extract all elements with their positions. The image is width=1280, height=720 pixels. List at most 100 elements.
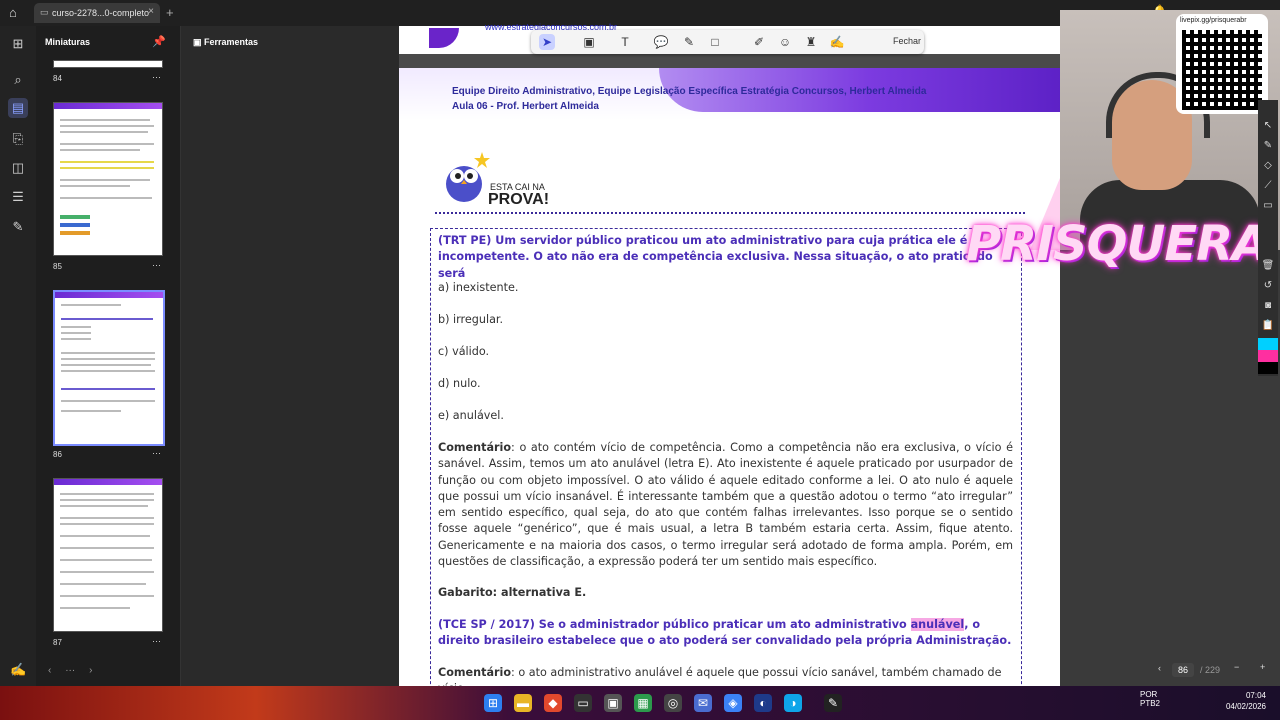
header-line2: Aula 06 - Prof. Herbert Almeida [452,101,599,112]
camera-icon[interactable]: ◙ [1261,300,1275,314]
page-number: 86 [53,450,62,459]
right-tool-rail: ↖ ✎ ◇ ⟋ ▭ 🗑 ↺ ◙ 📋 [1258,100,1278,376]
mail-icon[interactable]: ✉ [694,694,712,712]
undo-icon[interactable]: ↺ [1261,280,1275,294]
vscode-icon[interactable]: ◈ [724,694,742,712]
tools-title[interactable]: ▣ Ferramentas [193,37,258,48]
page-thumbnail[interactable] [53,478,163,632]
draw-icon[interactable]: ✐ [751,34,767,50]
shape-icon[interactable]: □ [707,34,723,50]
page-number: 84 [53,74,62,83]
edge-icon[interactable]: ◑ [784,694,802,712]
close-tab-icon[interactable]: × [148,6,154,17]
tab-title: curso-2278...0-completo [52,8,150,18]
page-number: 87 [53,638,62,647]
sign-icon[interactable]: ✍ [10,662,26,678]
highlighted-text[interactable]: anulável [910,618,965,631]
sheet-icon[interactable]: ▦ [634,694,652,712]
language-indicator[interactable]: POR PTB2 [1140,690,1160,708]
app2-icon[interactable]: ◐ [754,694,772,712]
current-page-field[interactable]: 86 [1172,663,1194,677]
comment-paragraph: Comentário: o ato contém vício de compet… [438,440,1013,570]
pages-icon[interactable]: ▤ [8,98,28,118]
tools-label: Ferramentas [204,37,259,47]
terminal-icon[interactable]: ▭ [574,694,592,712]
text-icon[interactable]: T [617,34,633,50]
time: 07:04 [1245,691,1266,700]
divider [435,212,1025,214]
clipboard-icon[interactable]: 📋 [1261,320,1275,334]
option-d: d) nulo. [438,377,481,390]
question-stem: (TRT PE) Um servidor público praticou um… [438,234,993,280]
tools-panel: ▣ Ferramentas [181,26,399,686]
annotation-toolbar: ➤ ▣ T 💬 ✎ □ ✐ ☺ ♜ ✍ Fechar [531,30,924,54]
page-thumbnail[interactable] [53,102,163,256]
left-icon-rail: ⊞ ⌕ ▤ ⎘ ◫ ☰ ✎ ✍ [0,26,36,686]
comment-icon[interactable]: 💬 [653,34,669,50]
layers-icon[interactable]: ☰ [10,189,26,205]
signature-icon[interactable]: ✍ [829,34,845,50]
panel-title: Miniaturas [45,37,91,47]
pin-icon[interactable]: 📌 [152,35,166,48]
streamer-logo: PRISQUERA [966,216,1269,272]
select-icon[interactable]: ➤ [539,34,555,50]
qr-code: livepix.gg/prisquerabr [1176,14,1268,114]
option-a: a) inexistente. [438,281,519,294]
grid-icon[interactable]: ⊞ [10,36,26,52]
page-number: 85 [53,262,62,271]
sticker-icon[interactable]: ☺ [777,34,793,50]
color-swatch[interactable] [1258,338,1278,374]
date: 04/02/2026 [1225,702,1266,711]
new-tab-icon[interactable]: + [166,5,174,20]
more-icon[interactable]: ··· [152,72,161,82]
comment-label: Comentário [438,666,512,679]
attachment-icon[interactable]: ✎ [10,219,26,235]
obs-icon[interactable]: ◎ [664,694,682,712]
highlight-icon[interactable]: ✎ [681,34,697,50]
close-button[interactable]: Fechar [893,36,921,46]
comment-icon[interactable]: ◫ [10,160,26,176]
clock[interactable]: 07:04 04/02/2026 [1222,690,1266,712]
bookmark-icon[interactable]: ⎘ [10,131,26,147]
page-thumbnail-selected[interactable] [53,290,165,446]
text-box-icon[interactable]: ▣ [581,34,597,50]
zoom-out-icon[interactable]: − [1234,662,1239,672]
taskbar: ⊞ ▬ ◆ ▭ ▣ ▦ ◎ ✉ ◈ ◐ ◑ ✎ POR PTB2 07:04 0… [0,686,1280,720]
more-icon[interactable]: ··· [152,448,161,458]
trash-icon[interactable]: 🗑 [1261,260,1275,274]
thumbnail-nav[interactable]: ‹ ··· › [48,665,92,676]
prev-page-icon[interactable]: ‹ [1158,663,1161,673]
search-icon[interactable]: ⌕ [10,72,26,88]
app-icon[interactable]: ▣ [604,694,622,712]
option-c: c) válido. [438,345,490,358]
home-icon[interactable]: ⌂ [9,5,25,21]
stamp-icon[interactable]: ♜ [803,34,819,50]
header-line1: Equipe Direito Administrativo, Equipe Le… [452,86,927,97]
answer-key: Gabarito: alternativa E. [438,586,587,599]
page-status: ‹ 86 / 229 − + [1150,660,1274,680]
page-thumbnail[interactable] [53,60,163,68]
cursor-icon[interactable]: ↖ [1261,120,1275,134]
more-icon[interactable]: ··· [152,260,161,270]
eraser-icon[interactable]: ◇ [1261,160,1275,174]
zoom-in-icon[interactable]: + [1260,662,1265,672]
lang: POR [1140,690,1158,699]
decorative-swirl [429,28,459,48]
owl-mascot-icon [446,152,490,202]
comment2-paragraph: Comentário: o ato administrativo anuláve… [438,665,1013,686]
folder-icon[interactable]: ▬ [514,694,532,712]
option-b: b) irregular. [438,313,504,326]
question2-stem-a: (TCE SP / 2017) Se o administrador públi… [438,618,911,631]
start-icon[interactable]: ⊞ [484,694,502,712]
ruler-icon[interactable]: ⟋ [1261,180,1275,194]
marker-icon[interactable]: ▭ [1261,200,1275,214]
pen-app-icon[interactable]: ✎ [824,694,842,712]
more-icon[interactable]: ··· [152,636,161,646]
document-tab[interactable]: ▭ curso-2278...0-completo × [34,3,160,23]
banner-big-text: PROVA! [488,191,550,208]
brave-icon[interactable]: ◆ [544,694,562,712]
comment-text: : o ato contém vício de competência. Com… [438,441,1013,569]
question2-stem: (TCE SP / 2017) Se o administrador públi… [438,617,1013,650]
document-icon: ▭ [40,7,49,17]
pen-icon[interactable]: ✎ [1261,140,1275,154]
